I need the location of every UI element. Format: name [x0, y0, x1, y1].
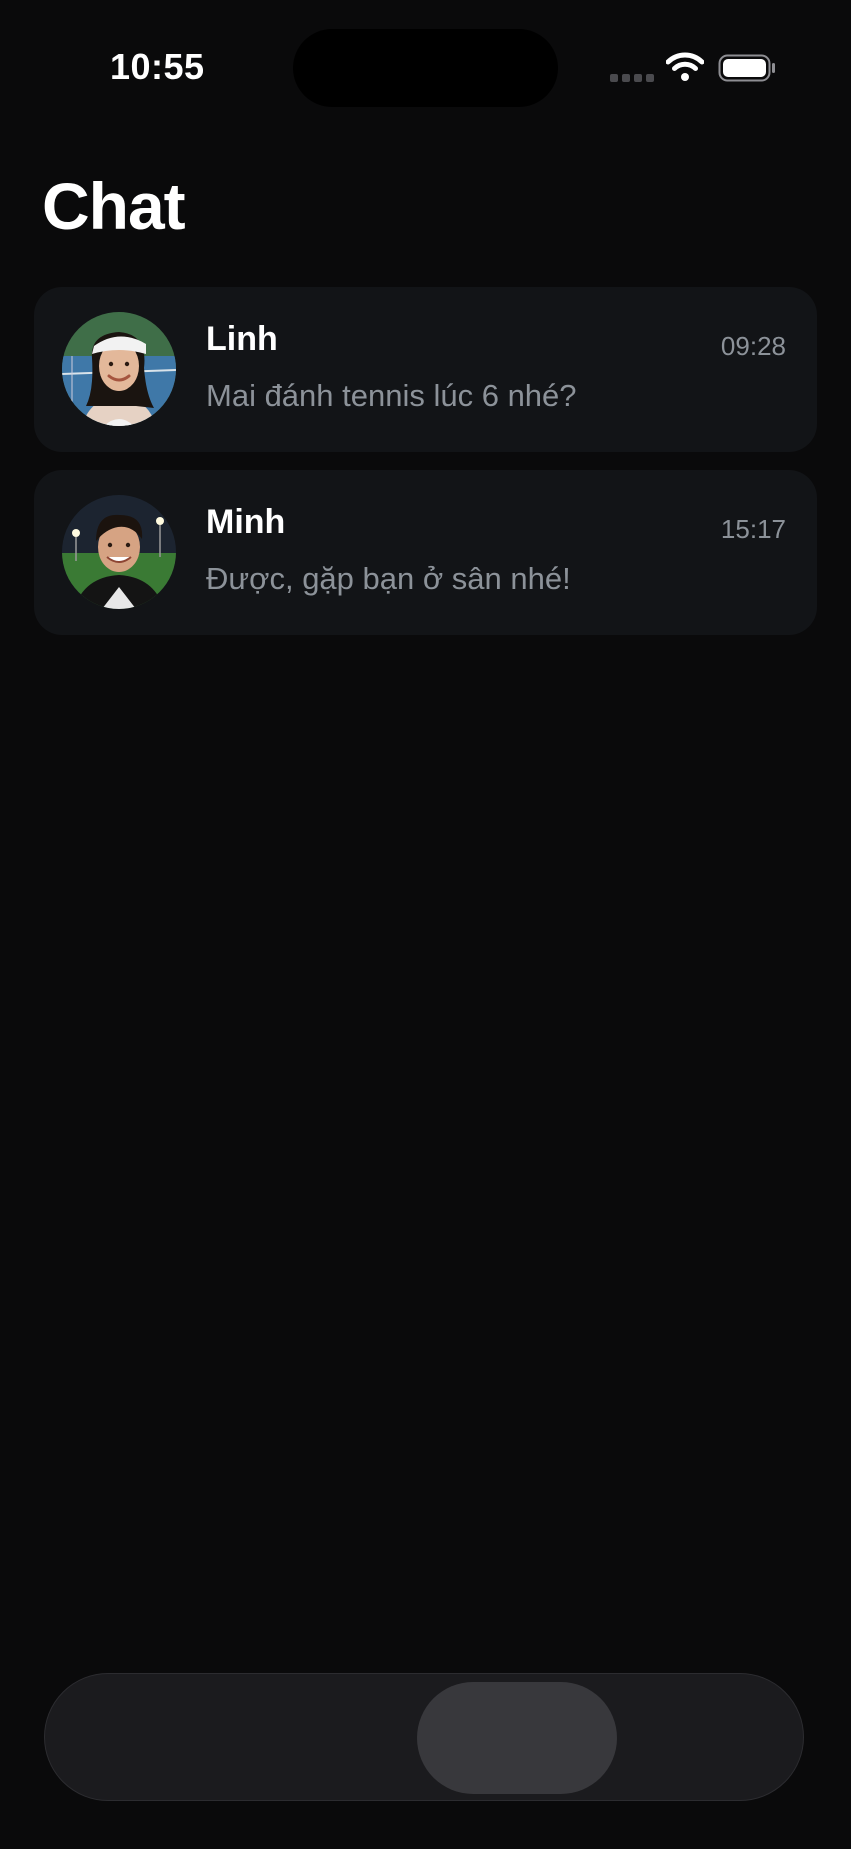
status-time: 10:55 — [110, 46, 205, 87]
message-preview: Được, gặp bạn ở sân nhé! — [206, 561, 571, 596]
avatar — [62, 495, 176, 609]
message-time: 15:17 — [720, 514, 786, 544]
chat-list-item[interactable]: Minh 15:17 Được, gặp bạn ở sân nhé! — [34, 470, 817, 635]
avatar — [62, 312, 176, 426]
message-preview: Mai đánh tennis lúc 6 nhé? — [206, 378, 577, 413]
chat-list-item[interactable]: Linh 09:28 Mai đánh tennis lúc 6 nhé? — [34, 287, 817, 452]
tab-discover[interactable] — [45, 1674, 235, 1802]
dynamic-island — [293, 29, 558, 107]
contact-name: Linh — [206, 320, 278, 358]
active-tab-indicator — [417, 1682, 617, 1794]
page-title: Chat — [42, 169, 186, 243]
contact-name: Minh — [206, 503, 286, 541]
cellular-signal-icon — [610, 74, 654, 82]
wifi-icon — [666, 52, 704, 81]
message-time: 09:28 — [720, 331, 786, 361]
chat-screen: 10:55 Chat Linh 09:28 Mai đánh tennis lú… — [0, 0, 851, 1849]
bottom-tab-bar — [44, 1673, 804, 1801]
battery-icon — [718, 54, 775, 82]
